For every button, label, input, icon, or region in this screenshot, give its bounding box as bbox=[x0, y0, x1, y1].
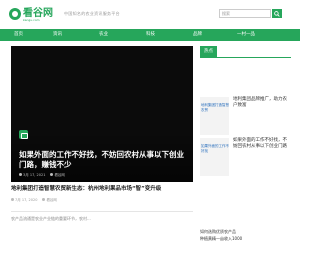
divider bbox=[11, 211, 193, 212]
article-excerpt: 农产品流通是农业产业链的重要环节，农村... bbox=[11, 216, 91, 221]
sidebar-item-title[interactable]: 如果外面的工作不好找，不妨回农村从事以下创业门路 bbox=[233, 138, 291, 150]
sidebar-image-caption: 如果外面的工作不好找 bbox=[201, 144, 229, 153]
article-author-group: 看谷网 bbox=[42, 198, 57, 203]
article-title[interactable]: 地利集团打造智慧农贸新生态：杭州地利果品市场“智”变升级 bbox=[11, 186, 193, 193]
logo-icon bbox=[9, 8, 21, 20]
hero-date-group: 3月 17, 2021 bbox=[19, 173, 45, 178]
search-input[interactable]: 搜索 bbox=[219, 9, 271, 18]
main-nav: 首页 资讯 农业 科技 品牌 一村一品 bbox=[0, 29, 300, 41]
nav-item-news[interactable]: 资讯 bbox=[53, 29, 62, 41]
user-icon bbox=[50, 173, 54, 176]
hero-date: 3月 17, 2021 bbox=[23, 173, 46, 177]
search-button[interactable] bbox=[272, 9, 282, 18]
article-date: 7月 17, 2020 bbox=[15, 198, 38, 202]
nav-item-technology[interactable]: 科技 bbox=[146, 29, 155, 41]
clock-icon bbox=[19, 173, 22, 176]
hero-title[interactable]: 如果外面的工作不好找，不妨回农村从事以下创业门路，赚钱不少 bbox=[19, 150, 187, 170]
sidebar-image-caption: 地利集团打造智慧农贸 bbox=[201, 103, 229, 112]
sidebar-list: 如何选购优质农产品 种植黄精一亩收入1000 bbox=[200, 228, 291, 242]
search-icon bbox=[274, 10, 280, 17]
sidebar-heading: 热点 bbox=[200, 46, 291, 58]
user-icon bbox=[42, 198, 46, 201]
hero-banner[interactable]: 如果外面的工作不好找，不妨回农村从事以下创业门路，赚钱不少 3月 17, 202… bbox=[11, 46, 193, 182]
nav-item-brand[interactable]: 品牌 bbox=[193, 29, 202, 41]
hero-category-icon bbox=[19, 130, 28, 139]
sidebar-list-item[interactable]: 种植黄精一亩收入1000 bbox=[200, 235, 291, 242]
article-meta: 7月 17, 2020 看谷网 bbox=[11, 198, 193, 203]
nav-item-one-village[interactable]: 一村一品 bbox=[237, 29, 255, 41]
hero-author-group: 看谷网 bbox=[50, 173, 65, 178]
article-date-group: 7月 17, 2020 bbox=[11, 198, 37, 203]
sidebar-item-image[interactable]: 如果外面的工作不好找 bbox=[200, 138, 229, 176]
site-header: 看谷网 kangu.com 中国知名的农业资讯服务平台 搜索 bbox=[0, 0, 300, 28]
site-slogan: 中国知名的农业资讯服务平台 bbox=[64, 11, 120, 16]
clock-icon bbox=[11, 198, 14, 201]
nav-item-home[interactable]: 首页 bbox=[14, 29, 23, 41]
sidebar-list-item[interactable]: 如何选购优质农产品 bbox=[200, 228, 291, 235]
logo-subtext: kangu.com bbox=[23, 18, 40, 22]
hero-meta: 3月 17, 2021 看谷网 bbox=[19, 173, 65, 178]
article-item: 地利集团打造智慧农贸新生态：杭州地利果品市场“智”变升级 7月 17, 2020… bbox=[11, 186, 193, 203]
sidebar-item-image[interactable]: 地利集团打造智慧农贸 bbox=[200, 97, 229, 135]
article-author[interactable]: 看谷网 bbox=[46, 198, 57, 202]
site-logo[interactable]: 看谷网 kangu.com bbox=[9, 5, 57, 23]
hero-author[interactable]: 看谷网 bbox=[54, 173, 65, 177]
sidebar-heading-label: 热点 bbox=[200, 46, 217, 57]
nav-item-agriculture[interactable]: 农业 bbox=[99, 29, 108, 41]
sidebar-item-title[interactable]: 地利集团品牌推广，助力农户致富 bbox=[233, 97, 291, 109]
